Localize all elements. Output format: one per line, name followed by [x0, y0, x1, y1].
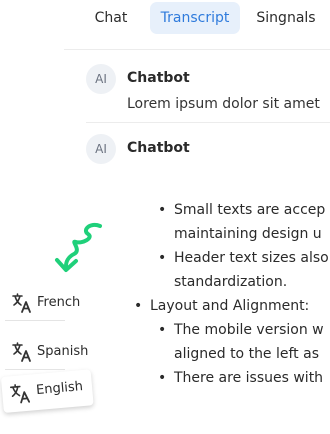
list-item: Header text sizes also — [174, 250, 329, 266]
list-item: Layout and Alignment: — [150, 298, 310, 314]
language-label: Spanish — [37, 344, 89, 359]
language-option-spanish[interactable]: Spanish — [5, 335, 93, 369]
list-item-continuation: standardization. — [174, 274, 288, 290]
language-label: English — [35, 379, 84, 399]
list-item: Small texts are accep — [174, 202, 326, 218]
tab-divider — [64, 49, 330, 50]
avatar: AI — [86, 134, 116, 164]
translate-icon — [12, 293, 31, 313]
message-sender: Chatbot — [127, 70, 190, 86]
tab-chat[interactable]: Chat — [82, 2, 140, 34]
translate-icon — [9, 384, 31, 404]
language-option-english[interactable]: English — [0, 369, 94, 413]
message-sender: Chatbot — [127, 140, 190, 156]
divider — [5, 320, 65, 321]
list-item: There are issues with — [174, 370, 324, 386]
list-item-continuation: aligned to the left as — [174, 346, 319, 362]
language-option-french[interactable]: French — [5, 286, 93, 320]
translate-icon — [12, 342, 31, 362]
message-text: Lorem ipsum dolor sit amet — [127, 96, 320, 112]
bullet: • — [158, 202, 167, 218]
bullet: • — [158, 250, 167, 266]
divider — [5, 369, 65, 370]
list-item-continuation: maintaining design u — [174, 226, 322, 242]
squiggle-arrow-icon — [55, 223, 102, 272]
tab-transcript[interactable]: Transcript — [150, 2, 240, 34]
bullet: • — [158, 322, 167, 338]
avatar: AI — [86, 64, 116, 94]
tab-bar: Chat Transcript Singnals — [0, 0, 330, 38]
message-divider — [86, 122, 330, 123]
list-item: The mobile version w — [174, 322, 324, 338]
bullet: • — [134, 298, 143, 314]
tab-signals[interactable]: Singnals — [248, 2, 324, 34]
bullet: • — [158, 370, 167, 386]
language-label: French — [37, 295, 81, 310]
